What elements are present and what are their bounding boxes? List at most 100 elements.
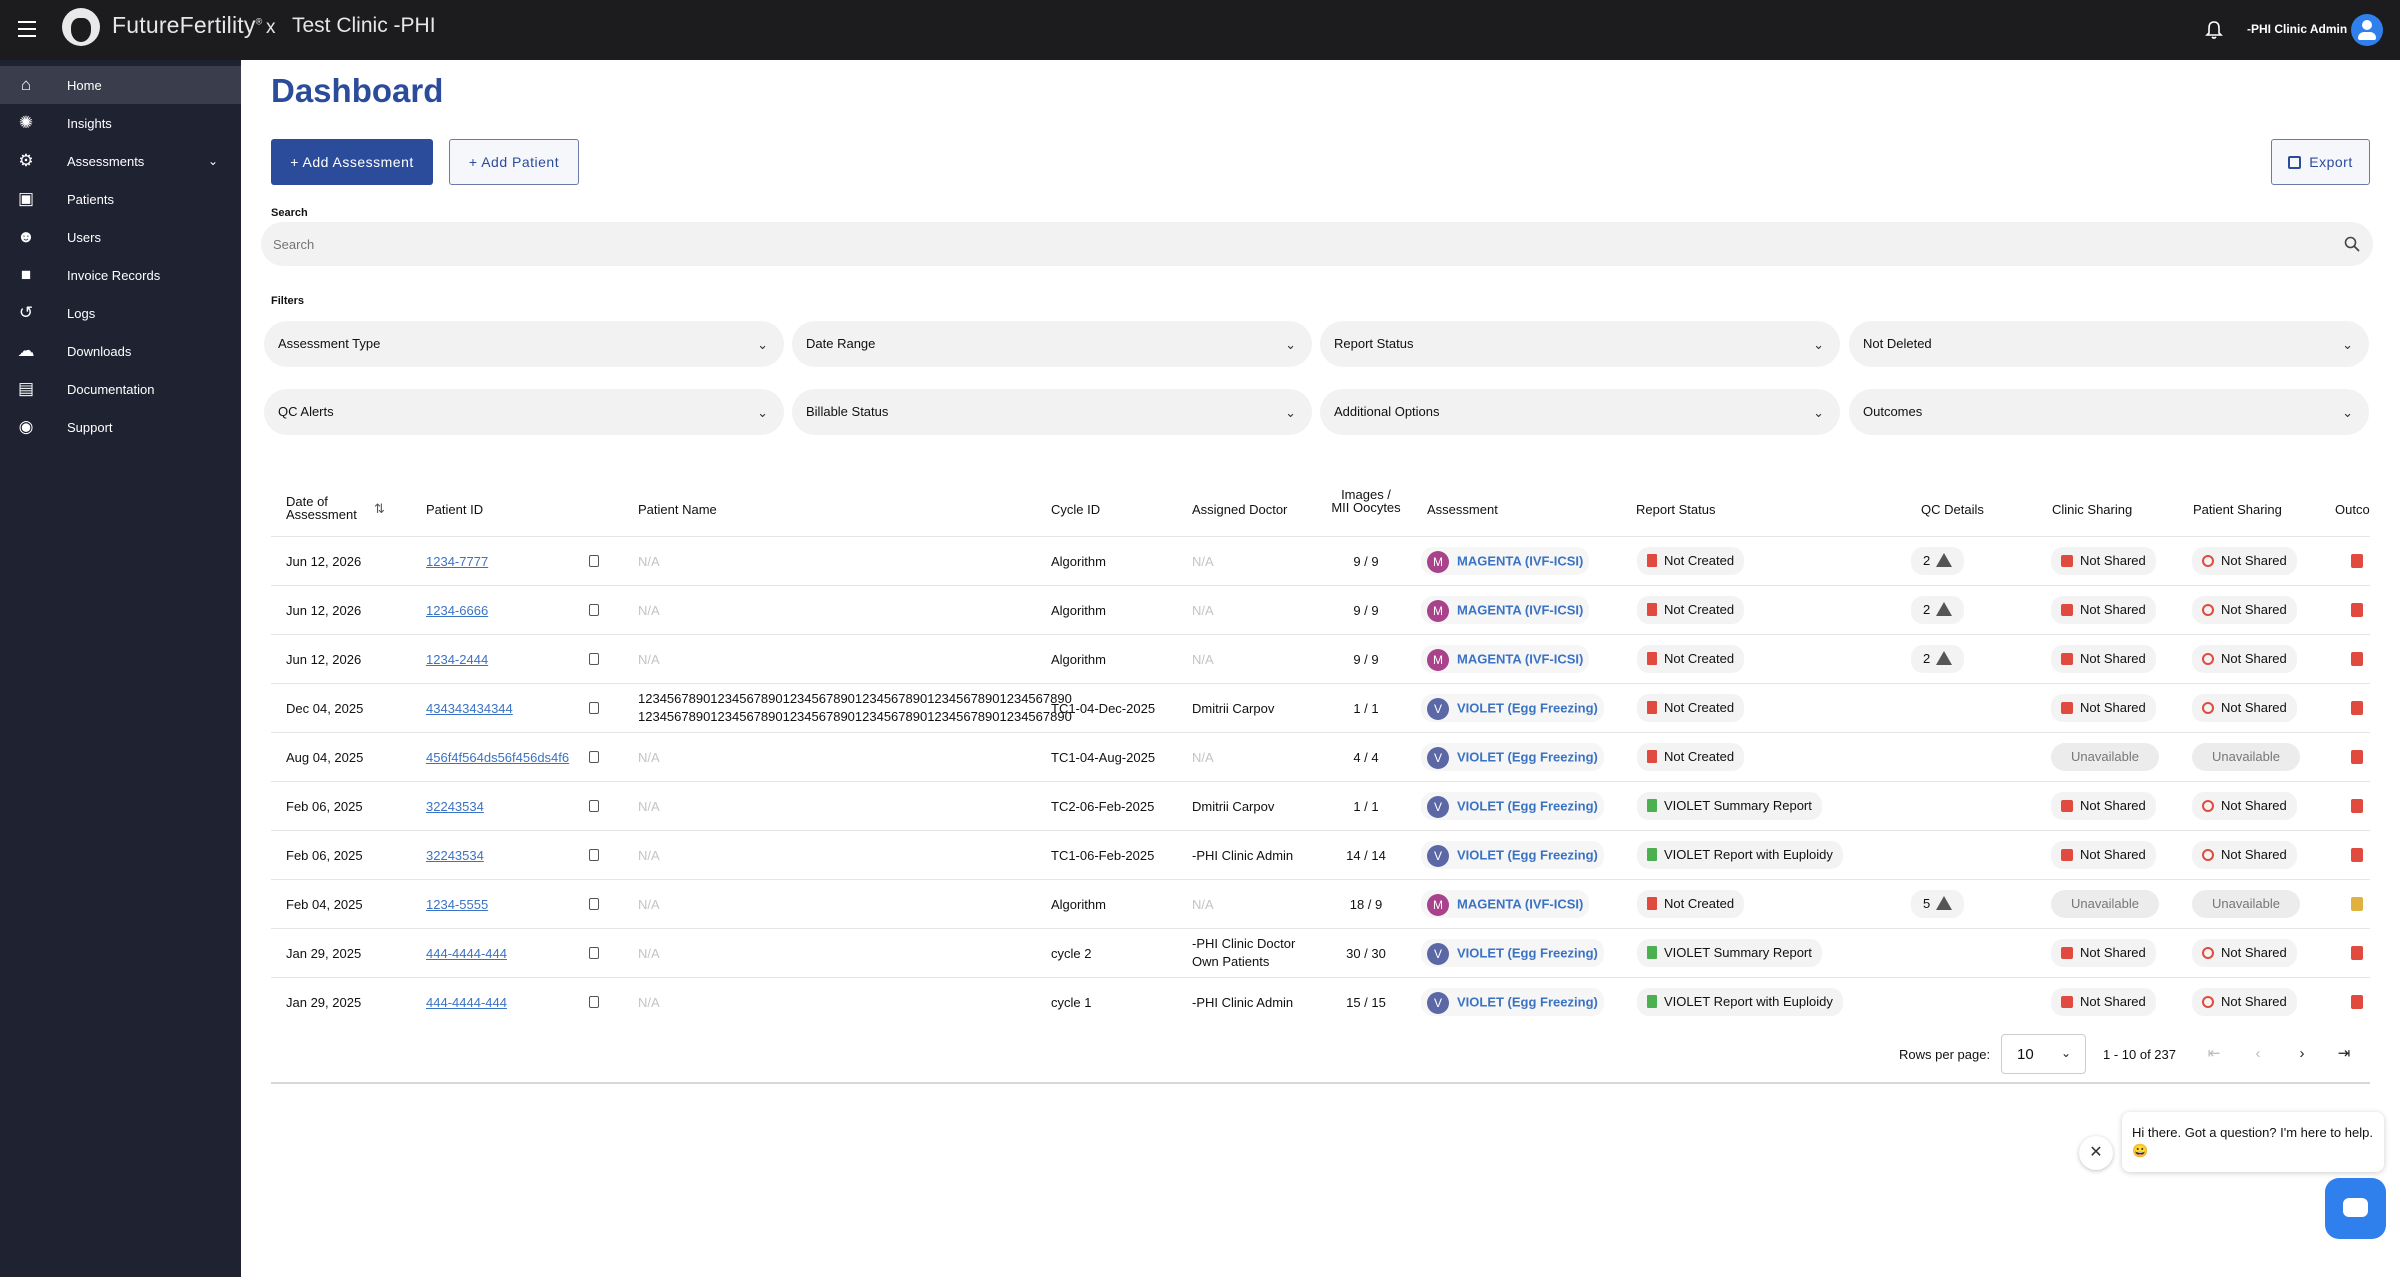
patient-sharing-status[interactable]: Not Shared [2192, 694, 2297, 722]
report-status[interactable]: VIOLET Summary Report [1637, 792, 1822, 820]
outcome-icon[interactable] [2351, 603, 2363, 617]
patient-id-link[interactable]: 434343434344 [426, 701, 513, 716]
outcome-icon[interactable] [2351, 554, 2363, 568]
outcome-icon[interactable] [2351, 799, 2363, 813]
assessment-type[interactable]: V VIOLET (Egg Freezing) [1421, 743, 1604, 771]
qc-details-badge[interactable]: 2 [1911, 645, 1965, 673]
add-patient-button[interactable]: + Add Patient [449, 139, 579, 185]
search-input[interactable] [261, 222, 2373, 266]
first-page-button[interactable]: ⇤ [2204, 1044, 2224, 1064]
copy-icon[interactable] [589, 751, 599, 763]
report-status[interactable]: Not Created [1637, 596, 1745, 624]
patient-sharing-status[interactable]: Not Shared [2192, 645, 2297, 673]
sidebar-item-logs[interactable]: ↺ Logs [0, 294, 241, 332]
clinic-sharing-status[interactable]: Not Shared [2051, 939, 2156, 967]
table-row[interactable]: Jan 29, 2025 444-4444-444 N/A cycle 2 -P… [271, 928, 2370, 977]
sidebar-item-invoice-records[interactable]: ■ Invoice Records [0, 256, 241, 294]
patient-sharing-status[interactable]: Not Shared [2192, 596, 2297, 624]
table-row[interactable]: Jun 12, 2026 1234-7777 N/A Algorithm N/A… [271, 536, 2370, 585]
outcome-icon[interactable] [2351, 750, 2363, 764]
copy-icon[interactable] [589, 996, 599, 1008]
close-icon[interactable]: ✕ [2079, 1136, 2113, 1170]
sidebar-item-downloads[interactable]: ☁ Downloads [0, 332, 241, 370]
table-row[interactable]: Feb 06, 2025 32243534 N/A TC1-06-Feb-202… [271, 830, 2370, 879]
sidebar-item-insights[interactable]: ✺ Insights [0, 104, 241, 142]
clinic-sharing-status[interactable]: Not Shared [2051, 792, 2156, 820]
assessment-type[interactable]: V VIOLET (Egg Freezing) [1421, 792, 1604, 820]
outcome-icon[interactable] [2351, 946, 2363, 960]
table-row[interactable]: Jun 12, 2026 1234-6666 N/A Algorithm N/A… [271, 585, 2370, 634]
qc-details-badge[interactable]: 5 [1911, 890, 1965, 918]
copy-icon[interactable] [589, 702, 599, 714]
patient-id-link[interactable]: 1234-7777 [426, 554, 488, 569]
chevron-down-icon[interactable]: ⌄ [208, 154, 218, 168]
table-row[interactable]: Aug 04, 2025 456f4f564ds56f456ds4f6 N/A … [271, 732, 2370, 781]
next-page-button[interactable]: › [2292, 1044, 2312, 1064]
copy-icon[interactable] [589, 653, 599, 665]
patient-sharing-status[interactable]: Not Shared [2192, 841, 2297, 869]
report-status[interactable]: VIOLET Summary Report [1637, 939, 1822, 967]
sort-icon[interactable]: ⇅ [374, 501, 385, 517]
patient-id-link[interactable]: 1234-5555 [426, 897, 488, 912]
qc-details-badge[interactable]: 2 [1911, 547, 1965, 575]
copy-icon[interactable] [589, 849, 599, 861]
filter-deleted[interactable]: Not Deleted ⌄ [1849, 321, 2369, 367]
clinic-sharing-status[interactable]: Not Shared [2051, 841, 2156, 869]
sidebar-item-patients[interactable]: ▣ Patients [0, 180, 241, 218]
filter-date-range[interactable]: Date Range ⌄ [792, 321, 1312, 367]
table-row[interactable]: Feb 06, 2025 32243534 N/A TC2-06-Feb-202… [271, 781, 2370, 830]
patient-id-link[interactable]: 444-4444-444 [426, 995, 507, 1010]
clinic-sharing-status[interactable]: Not Shared [2051, 645, 2156, 673]
table-row[interactable]: Feb 04, 2025 1234-5555 N/A Algorithm N/A… [271, 879, 2370, 928]
patient-id-link[interactable]: 32243534 [426, 799, 484, 814]
sidebar-item-documentation[interactable]: ▤ Documentation [0, 370, 241, 408]
clinic-sharing-status[interactable]: Not Shared [2051, 988, 2156, 1016]
outcome-icon[interactable] [2351, 701, 2363, 715]
assessment-type[interactable]: V VIOLET (Egg Freezing) [1421, 988, 1604, 1016]
patient-sharing-status[interactable]: Not Shared [2192, 939, 2297, 967]
user-name[interactable]: -PHI Clinic Admin [2247, 22, 2347, 36]
sidebar-item-users[interactable]: ☻ Users [0, 218, 241, 256]
clinic-sharing-status[interactable]: Not Shared [2051, 694, 2156, 722]
patient-sharing-status[interactable]: Not Shared [2192, 547, 2297, 575]
header-date[interactable]: Date of Assessment [286, 495, 366, 521]
bell-icon[interactable] [2205, 20, 2223, 40]
search-icon[interactable] [2344, 236, 2360, 252]
filter-report-status[interactable]: Report Status ⌄ [1320, 321, 1840, 367]
table-row[interactable]: Jan 29, 2025 444-4444-444 N/A cycle 1 -P… [271, 977, 2370, 1026]
menu-icon[interactable] [18, 21, 36, 37]
patient-id-link[interactable]: 444-4444-444 [426, 946, 507, 961]
filter-assessment-type[interactable]: Assessment Type ⌄ [264, 321, 784, 367]
filter-outcomes[interactable]: Outcomes ⌄ [1849, 389, 2369, 435]
sidebar-item-home[interactable]: ⌂ Home [0, 66, 241, 104]
outcome-icon[interactable] [2351, 897, 2363, 911]
patient-sharing-status[interactable]: Not Shared [2192, 988, 2297, 1016]
user-avatar-icon[interactable] [2351, 14, 2383, 46]
outcome-icon[interactable] [2351, 848, 2363, 862]
patient-sharing-status[interactable]: Not Shared [2192, 792, 2297, 820]
report-status[interactable]: Not Created [1637, 890, 1745, 918]
add-assessment-button[interactable]: + Add Assessment [271, 139, 433, 185]
copy-icon[interactable] [589, 604, 599, 616]
assessment-type[interactable]: V VIOLET (Egg Freezing) [1421, 694, 1604, 722]
chat-greeting[interactable]: Hi there. Got a question? I'm here to he… [2122, 1112, 2384, 1172]
rows-per-page-select[interactable]: 10 ⌄ [2001, 1034, 2086, 1074]
filter-additional-options[interactable]: Additional Options ⌄ [1320, 389, 1840, 435]
copy-icon[interactable] [589, 898, 599, 910]
report-status[interactable]: Not Created [1637, 547, 1745, 575]
outcome-icon[interactable] [2351, 995, 2363, 1009]
report-status[interactable]: VIOLET Report with Euploidy [1637, 988, 1843, 1016]
table-row[interactable]: Dec 04, 2025 434343434344 12345678901234… [271, 683, 2370, 732]
last-page-button[interactable]: ⇥ [2334, 1044, 2354, 1064]
assessment-type[interactable]: M MAGENTA (IVF-ICSI) [1421, 890, 1590, 918]
outcome-icon[interactable] [2351, 652, 2363, 666]
report-status[interactable]: Not Created [1637, 694, 1745, 722]
filter-qc-alerts[interactable]: QC Alerts ⌄ [264, 389, 784, 435]
patient-id-link[interactable]: 1234-2444 [426, 652, 488, 667]
assessment-type[interactable]: M MAGENTA (IVF-ICSI) [1421, 645, 1590, 673]
report-status[interactable]: Not Created [1637, 743, 1745, 771]
assessment-type[interactable]: M MAGENTA (IVF-ICSI) [1421, 596, 1590, 624]
sidebar-item-support[interactable]: ◉ Support [0, 408, 241, 446]
patient-id-link[interactable]: 32243534 [426, 848, 484, 863]
sidebar-item-assessments[interactable]: ⚙ Assessments ⌄ [0, 142, 241, 180]
